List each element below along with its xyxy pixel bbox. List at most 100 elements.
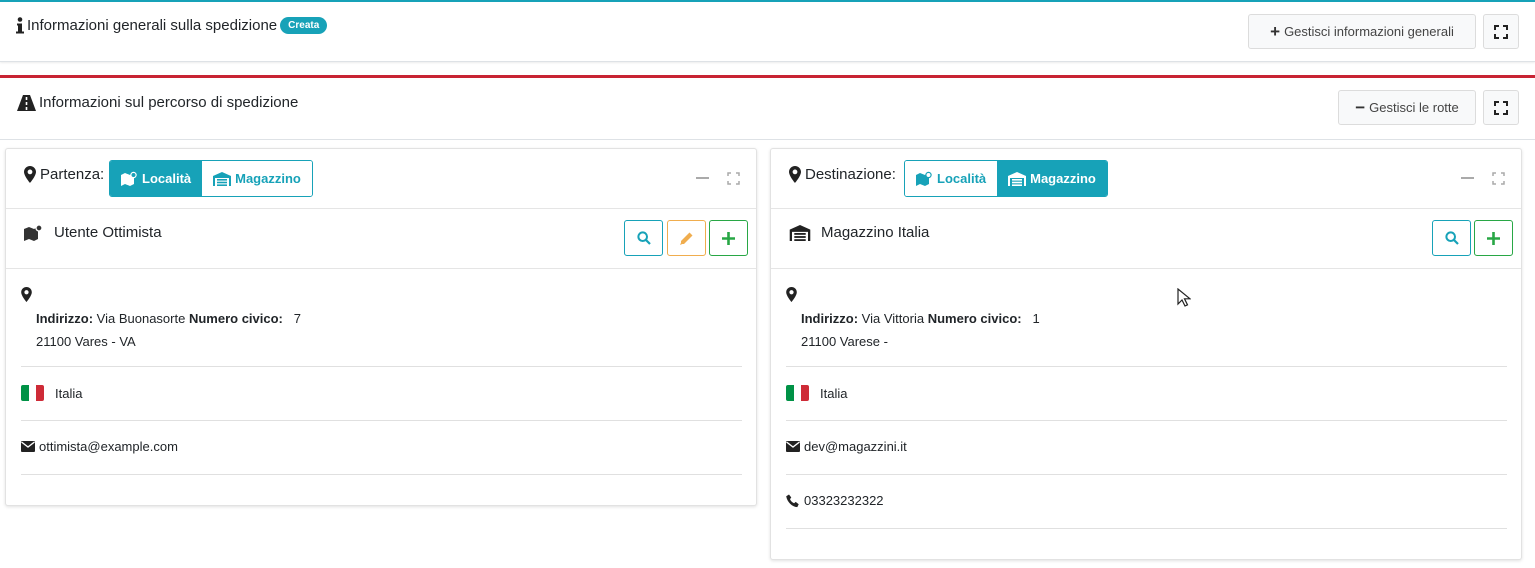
destination-address-row: Indirizzo: Via Vittoria Numero civico: 1… bbox=[786, 269, 1507, 367]
warehouse-icon bbox=[1008, 171, 1027, 186]
destination-address-line: Indirizzo: Via Vittoria Numero civico: 1 bbox=[801, 311, 1040, 326]
destination-name: Magazzino Italia bbox=[789, 224, 929, 241]
phone-icon bbox=[786, 494, 799, 507]
departure-toggle-localita[interactable]: Località bbox=[110, 161, 203, 196]
general-info-title: Informazioni generali sulla spedizione C… bbox=[16, 17, 328, 34]
envelope-icon bbox=[21, 441, 35, 452]
plus-icon bbox=[1487, 231, 1500, 245]
departure-name-text: Utente Ottimista bbox=[54, 224, 162, 241]
address-value: Via Vittoria bbox=[861, 311, 925, 326]
destination-expand-button[interactable] bbox=[1491, 171, 1505, 185]
departure-expand-button[interactable] bbox=[726, 171, 740, 185]
destination-add-button[interactable] bbox=[1474, 220, 1513, 256]
expand-icon bbox=[726, 171, 740, 185]
departure-toggle-magazzino[interactable]: Magazzino bbox=[202, 161, 312, 196]
route-header: Informazioni sul percorso di spedizione … bbox=[0, 78, 1535, 140]
minus-icon bbox=[1460, 177, 1474, 179]
destination-email: dev@magazzini.it bbox=[804, 439, 907, 454]
destination-header: Destinazione: Località Magazzino bbox=[771, 149, 1521, 209]
departure-country-row: Italia bbox=[21, 367, 742, 421]
departure-city-line: 21100 Vares - VA bbox=[36, 334, 136, 349]
departure-type-toggle: Località Magazzino bbox=[109, 160, 313, 197]
search-icon bbox=[1444, 231, 1459, 245]
plus-icon bbox=[722, 231, 735, 245]
map-user-icon bbox=[916, 171, 932, 186]
destination-search-button[interactable] bbox=[1432, 220, 1471, 256]
manage-routes-button[interactable]: − Gestisci le rotte bbox=[1338, 90, 1476, 125]
manage-general-info-button[interactable]: + Gestisci informazioni generali bbox=[1248, 14, 1476, 49]
envelope-icon bbox=[786, 441, 800, 452]
destination-name-text: Magazzino Italia bbox=[821, 224, 930, 241]
departure-email-row: ottimista@example.com bbox=[21, 421, 742, 475]
info-icon bbox=[16, 17, 24, 34]
departure-search-button[interactable] bbox=[624, 220, 663, 256]
destination-phone: 03323232322 bbox=[804, 493, 884, 508]
destination-label: Destinazione: bbox=[789, 166, 896, 183]
plus-icon: + bbox=[1270, 21, 1281, 41]
departure-address-line: Indirizzo: Via Buonasorte Numero civico:… bbox=[36, 311, 301, 326]
map-marker-icon bbox=[786, 287, 797, 302]
departure-collapse-button[interactable] bbox=[695, 171, 709, 185]
route-info-card: Informazioni sul percorso di spedizione … bbox=[0, 75, 1535, 568]
departure-toggle-magazzino-label: Magazzino bbox=[235, 171, 301, 186]
departure-header: Partenza: Località Magazzino bbox=[6, 149, 756, 209]
departure-details: Indirizzo: Via Buonasorte Numero civico:… bbox=[21, 269, 742, 475]
italy-flag-icon bbox=[786, 385, 809, 401]
destination-toggle-localita-label: Località bbox=[937, 171, 987, 186]
map-marker-icon bbox=[789, 166, 801, 183]
manage-general-info-label: Gestisci informazioni generali bbox=[1284, 24, 1454, 39]
destination-phone-row: 03323232322 bbox=[786, 475, 1507, 529]
pencil-icon bbox=[680, 232, 693, 245]
street-number-label: Numero civico: bbox=[927, 311, 1022, 326]
departure-name: Utente Ottimista bbox=[24, 224, 162, 241]
street-number-value: 1 bbox=[1032, 311, 1040, 326]
minus-icon bbox=[695, 177, 709, 179]
expand-icon bbox=[1494, 24, 1508, 39]
destination-toggle-magazzino[interactable]: Magazzino bbox=[997, 161, 1107, 196]
address-label: Indirizzo: bbox=[801, 311, 859, 326]
destination-subheader: Magazzino Italia bbox=[771, 209, 1521, 269]
departure-add-button[interactable] bbox=[709, 220, 748, 256]
destination-type-toggle: Località Magazzino bbox=[904, 160, 1108, 197]
minus-icon: − bbox=[1355, 97, 1366, 117]
departure-label-text: Partenza: bbox=[40, 166, 105, 183]
street-number-label: Numero civico: bbox=[188, 311, 283, 326]
general-info-title-text: Informazioni generali sulla spedizione bbox=[27, 17, 278, 34]
destination-panel: Destinazione: Località Magazzino Magazzi… bbox=[770, 148, 1522, 560]
expand-icon bbox=[1491, 171, 1505, 185]
departure-panel: Partenza: Località Magazzino Utente Otti… bbox=[5, 148, 757, 506]
destination-toggle-magazzino-label: Magazzino bbox=[1030, 171, 1096, 186]
departure-subheader: Utente Ottimista bbox=[6, 209, 756, 269]
map-user-icon bbox=[24, 224, 43, 241]
map-marker-icon bbox=[24, 166, 36, 183]
route-title: Informazioni sul percorso di spedizione bbox=[17, 94, 298, 111]
road-icon bbox=[17, 94, 36, 111]
italy-flag-icon bbox=[21, 385, 44, 401]
search-icon bbox=[636, 231, 651, 245]
status-badge: Creata bbox=[280, 17, 328, 34]
map-marker-icon bbox=[21, 287, 32, 302]
mouse-pointer-icon bbox=[1177, 288, 1191, 307]
address-value: Via Buonasorte bbox=[96, 311, 186, 326]
route-title-text: Informazioni sul percorso di spedizione bbox=[39, 94, 299, 111]
destination-toggle-localita[interactable]: Località bbox=[905, 161, 998, 196]
departure-edit-button[interactable] bbox=[667, 220, 706, 256]
departure-toggle-localita-label: Località bbox=[142, 171, 192, 186]
departure-email: ottimista@example.com bbox=[39, 439, 178, 454]
destination-details: Indirizzo: Via Vittoria Numero civico: 1… bbox=[786, 269, 1507, 529]
expand-icon bbox=[1494, 100, 1508, 115]
manage-routes-label: Gestisci le rotte bbox=[1369, 100, 1459, 115]
destination-country-row: Italia bbox=[786, 367, 1507, 421]
departure-country: Italia bbox=[55, 385, 83, 401]
destination-label-text: Destinazione: bbox=[805, 166, 896, 183]
destination-country: Italia bbox=[820, 385, 848, 401]
departure-address-row: Indirizzo: Via Buonasorte Numero civico:… bbox=[21, 269, 742, 367]
general-fullscreen-button[interactable] bbox=[1483, 14, 1519, 49]
destination-collapse-button[interactable] bbox=[1460, 171, 1474, 185]
address-label: Indirizzo: bbox=[36, 311, 94, 326]
general-info-card: Informazioni generali sulla spedizione C… bbox=[0, 0, 1535, 62]
street-number-value: 7 bbox=[293, 311, 301, 326]
destination-city-line: 21100 Varese - bbox=[801, 334, 888, 349]
departure-label: Partenza: bbox=[24, 166, 104, 183]
route-fullscreen-button[interactable] bbox=[1483, 90, 1519, 125]
